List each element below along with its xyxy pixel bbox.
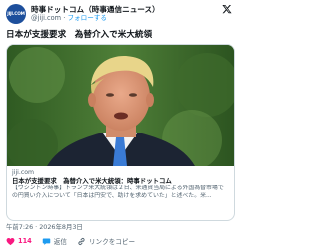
- separator: ·: [63, 13, 66, 22]
- follow-button[interactable]: フォローする: [67, 14, 107, 22]
- card-description: 【ワシントン時事】トランプ米大統領は２日、米通貨当局による外国為替市場での円買い…: [12, 185, 224, 200]
- tweet-header: JIJI.COM 時事ドットコム（時事通信ニュース） @jiji.com · フ…: [6, 2, 234, 26]
- like-button[interactable]: 114: [6, 237, 32, 246]
- card-photo: [7, 45, 234, 166]
- reply-bubble-icon: [42, 238, 51, 245]
- link-card[interactable]: jiji.com 日本が支援要求 為替介入で米大統領：時事ドットコム 【ワシント…: [6, 44, 235, 221]
- copy-link-label: リンクをコピー: [88, 238, 136, 246]
- account-names: 時事ドットコム（時事通信ニュース） @jiji.com · フォローする: [31, 5, 160, 22]
- tweet: JIJI.COM 時事ドットコム（時事通信ニュース） @jiji.com · フ…: [0, 0, 240, 249]
- heart-icon: [6, 237, 15, 245]
- copy-link-button[interactable]: リンクをコピー: [77, 236, 135, 246]
- timestamp[interactable]: 午前7:26 · 2026年8月3日: [6, 222, 83, 231]
- handle[interactable]: @jiji.com: [31, 14, 61, 22]
- x-logo-icon[interactable]: [222, 4, 232, 17]
- card-title[interactable]: 日本が支援要求 為替介入で米大統領：時事ドットコム: [12, 177, 229, 185]
- card-domain: jiji.com: [12, 169, 35, 176]
- card-body: jiji.com 日本が支援要求 為替介入で米大統領：時事ドットコム 【ワシント…: [7, 166, 234, 201]
- action-bar: 114 返信 リンクをコピー: [6, 235, 145, 247]
- handle-line: @jiji.com · フォローする: [31, 13, 160, 22]
- x-logo-svg: [222, 4, 232, 14]
- reply-label: 返信: [53, 238, 67, 246]
- tweet-text: 日本が支援要求 為替介入で米大統領: [6, 30, 153, 40]
- link-icon: [78, 237, 85, 245]
- card-image[interactable]: [7, 45, 234, 166]
- like-count: 114: [18, 237, 32, 245]
- reply-button[interactable]: 返信: [42, 236, 67, 246]
- avatar-logo-text: JIJI.COM: [7, 11, 25, 17]
- avatar[interactable]: JIJI.COM: [6, 4, 26, 24]
